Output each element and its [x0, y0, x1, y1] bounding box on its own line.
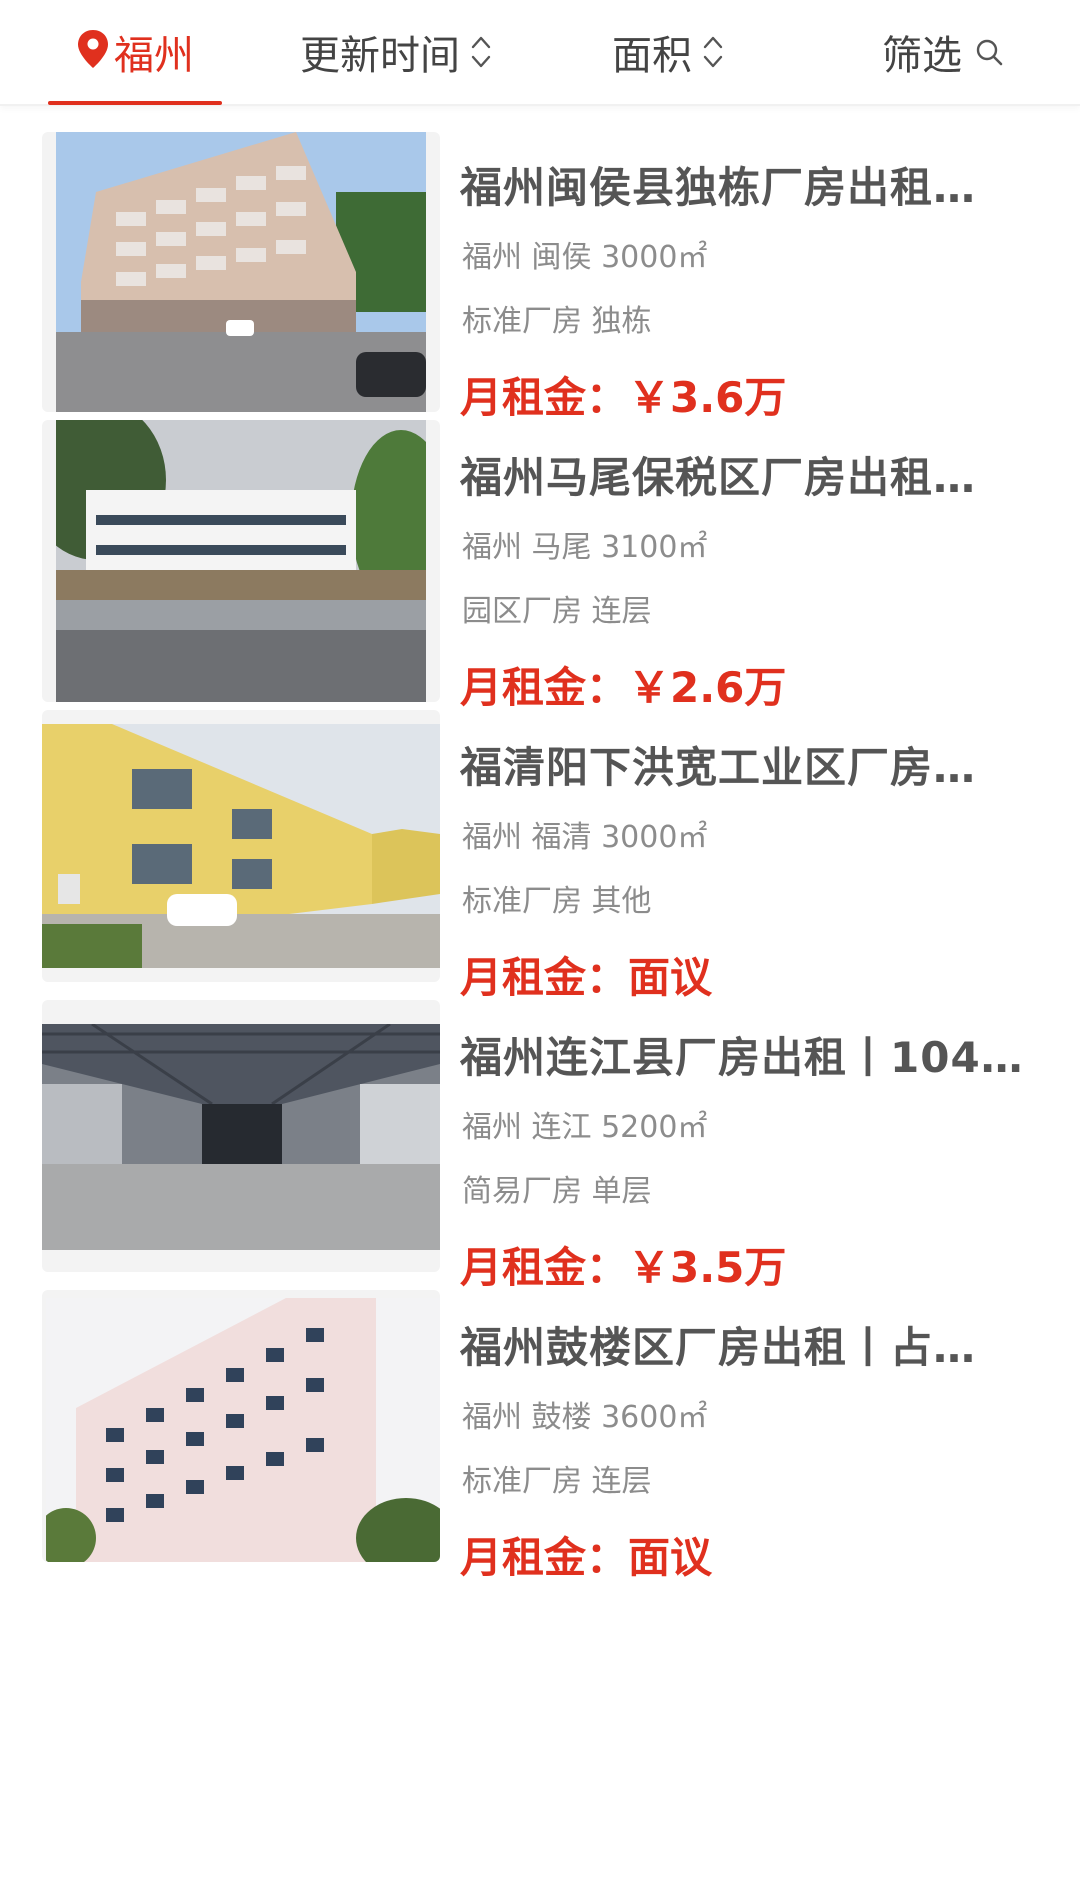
filter-tab[interactable]: 筛选	[882, 0, 1004, 104]
listing-item[interactable]: 福州鼓楼区厂房出租丨占… 福州 鼓楼 3600㎡ 标准厂房 连层 月租金：面议	[0, 1266, 1080, 1582]
listing-tags: 标准厂房 独栋	[462, 304, 652, 339]
listing-photo	[42, 132, 440, 412]
location-pin-icon	[78, 30, 108, 68]
sort-by-update-time-tab[interactable]: 更新时间	[300, 0, 492, 104]
listing-tags: 标准厂房 连层	[462, 1464, 652, 1499]
sort-arrows-icon	[471, 36, 491, 68]
factory-photo-illustration	[56, 132, 426, 412]
listing-page: 福州 更新时间 面积 筛选 福州闽侯县独栋厂房出租… 福州 闽侯 3000㎡ 标…	[0, 0, 1080, 1878]
listing-title[interactable]: 福州闽侯县独栋厂房出租…	[460, 154, 1038, 215]
filter-label: 筛选	[882, 33, 962, 79]
city-label: 福州	[114, 33, 194, 79]
listing-title[interactable]: 福州连江县厂房出租丨104…	[460, 1024, 1038, 1085]
listing-tags: 简易厂房 单层	[462, 1174, 652, 1209]
listing-rent: 月租金：面议	[460, 1533, 713, 1582]
listing-photo	[42, 1290, 440, 1562]
factory-photo-illustration	[42, 1024, 440, 1250]
city-selector-tab[interactable]: 福州	[48, 0, 222, 104]
listing-tags: 园区厂房 连层	[462, 594, 652, 629]
listing-location-area: 福州 鼓楼 3600㎡	[462, 1400, 708, 1435]
listing-location-area: 福州 连江 5200㎡	[462, 1110, 708, 1145]
sort-time-label: 更新时间	[300, 33, 460, 79]
sort-arrows-icon	[703, 36, 723, 68]
listing-location-area: 福州 闽侯 3000㎡	[462, 240, 708, 275]
listing-title[interactable]: 福清阳下洪宽工业区厂房…	[460, 734, 1038, 795]
factory-photo-illustration	[42, 724, 440, 968]
active-tab-indicator	[48, 101, 222, 105]
listing-photo	[42, 420, 440, 702]
filter-bar: 福州 更新时间 面积 筛选	[0, 0, 1080, 106]
sort-area-label: 面积	[612, 33, 692, 79]
listing-location-area: 福州 福清 3000㎡	[462, 820, 708, 855]
listing-tags: 标准厂房 其他	[462, 884, 652, 919]
listing-photo	[42, 1000, 440, 1272]
factory-photo-illustration	[56, 420, 426, 702]
factory-photo-illustration	[46, 1298, 440, 1562]
listing-item[interactable]: 福州马尾保税区厂房出租… 福州 马尾 3100㎡ 园区厂房 连层 月租金：￥2.…	[0, 396, 1080, 712]
listing-photo	[42, 710, 440, 982]
listing-title[interactable]: 福州马尾保税区厂房出租…	[460, 444, 1038, 505]
listing-item[interactable]: 福州连江县厂房出租丨104… 福州 连江 5200㎡ 简易厂房 单层 月租金：￥…	[0, 976, 1080, 1292]
listing-title[interactable]: 福州鼓楼区厂房出租丨占…	[460, 1314, 1038, 1375]
search-icon	[976, 39, 1003, 66]
sort-by-area-tab[interactable]: 面积	[612, 0, 724, 104]
listing-item[interactable]: 福清阳下洪宽工业区厂房… 福州 福清 3000㎡ 标准厂房 其他 月租金：面议	[0, 686, 1080, 1002]
listing-item[interactable]: 福州闽侯县独栋厂房出租… 福州 闽侯 3000㎡ 标准厂房 独栋 月租金：￥3.…	[0, 106, 1080, 422]
listing-location-area: 福州 马尾 3100㎡	[462, 530, 708, 565]
